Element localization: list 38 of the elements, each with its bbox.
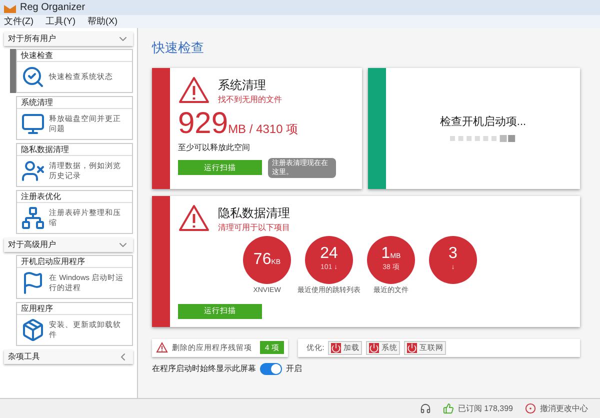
page-title: 快速检查	[152, 39, 205, 57]
size-unit: MB / 4310 项	[228, 120, 298, 138]
power-icon	[407, 342, 418, 352]
search-check-icon	[21, 65, 45, 89]
space-note: 至少可以释放此空间	[178, 142, 251, 154]
warning-icon	[178, 204, 210, 232]
sidebar-group-header[interactable]: 杂项工具	[4, 350, 133, 364]
monitor-icon	[21, 112, 45, 136]
menu-item[interactable]: 工具(Y)	[46, 14, 76, 28]
card-title: 系统清理	[218, 76, 267, 94]
menu-item[interactable]: 帮助(X)	[88, 14, 118, 28]
app-logo-icon	[4, 2, 16, 12]
power-icon	[331, 342, 342, 352]
menu-item[interactable]: 文件(Z)	[4, 14, 34, 28]
sidebar-group-header[interactable]: 对于所有用户	[4, 32, 133, 46]
sidebar-group-header[interactable]: 对于高级用户	[4, 238, 133, 252]
startup-check-text: 检查开机启动项...	[440, 114, 526, 130]
warning-icon	[178, 76, 210, 104]
card-subtitle: 找不到无用的文件	[218, 94, 282, 106]
network-icon	[21, 206, 45, 230]
subscribe-button[interactable]: 已订阅 178,399	[442, 402, 513, 414]
size-value: 929	[178, 108, 228, 140]
flag-icon	[21, 271, 45, 295]
undo-center-button[interactable]: 撤消更改中心	[525, 402, 588, 414]
card-subtitle: 清理可用于以下项目	[218, 222, 290, 234]
warning-icon	[156, 342, 168, 353]
headset-icon[interactable]	[420, 403, 431, 414]
toggle-switch[interactable]	[260, 362, 282, 374]
power-icon	[369, 342, 380, 352]
package-icon	[21, 318, 45, 342]
user-icon	[21, 159, 45, 183]
card-title: 隐私数据清理	[218, 204, 290, 222]
toggle-state: 开启	[286, 362, 302, 374]
thumbs-up-icon	[442, 403, 454, 414]
toggle-label: 在程序启动时始终显示此屏幕	[152, 362, 256, 374]
window-title: Reg Organizer	[20, 1, 86, 15]
target-icon	[525, 403, 536, 414]
loading-dots-icon	[450, 134, 516, 142]
